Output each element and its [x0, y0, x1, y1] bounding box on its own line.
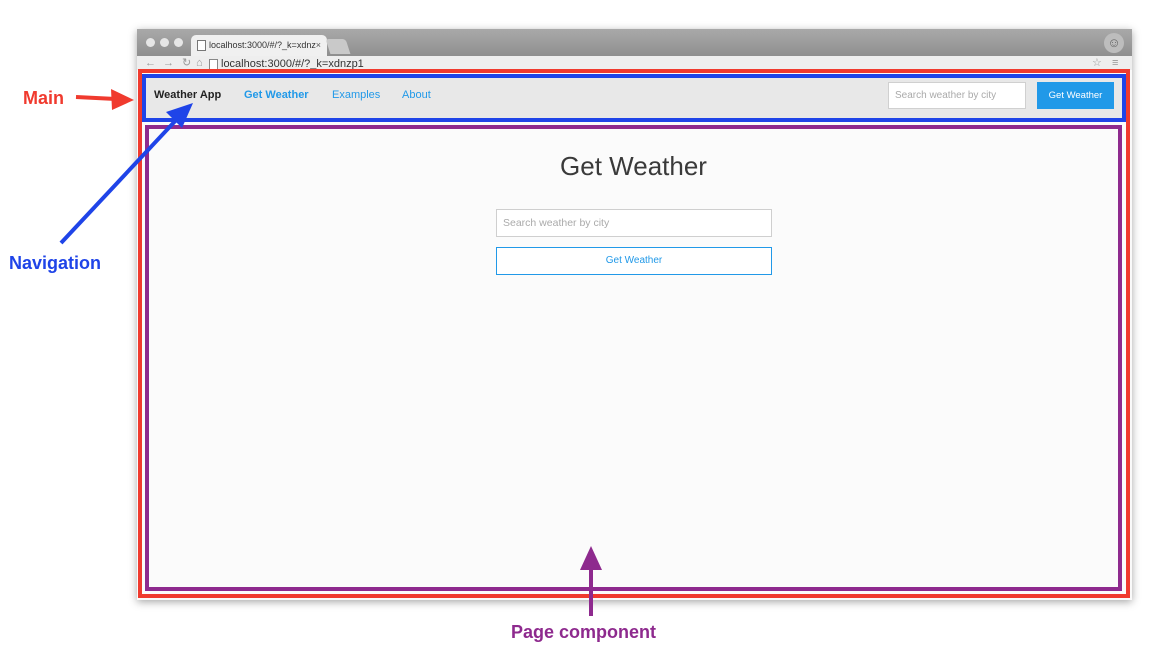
page-component-arrow — [580, 546, 602, 616]
annotation-arrows — [59, 89, 602, 616]
navigation-arrow — [59, 103, 193, 245]
main-arrow — [75, 89, 134, 110]
